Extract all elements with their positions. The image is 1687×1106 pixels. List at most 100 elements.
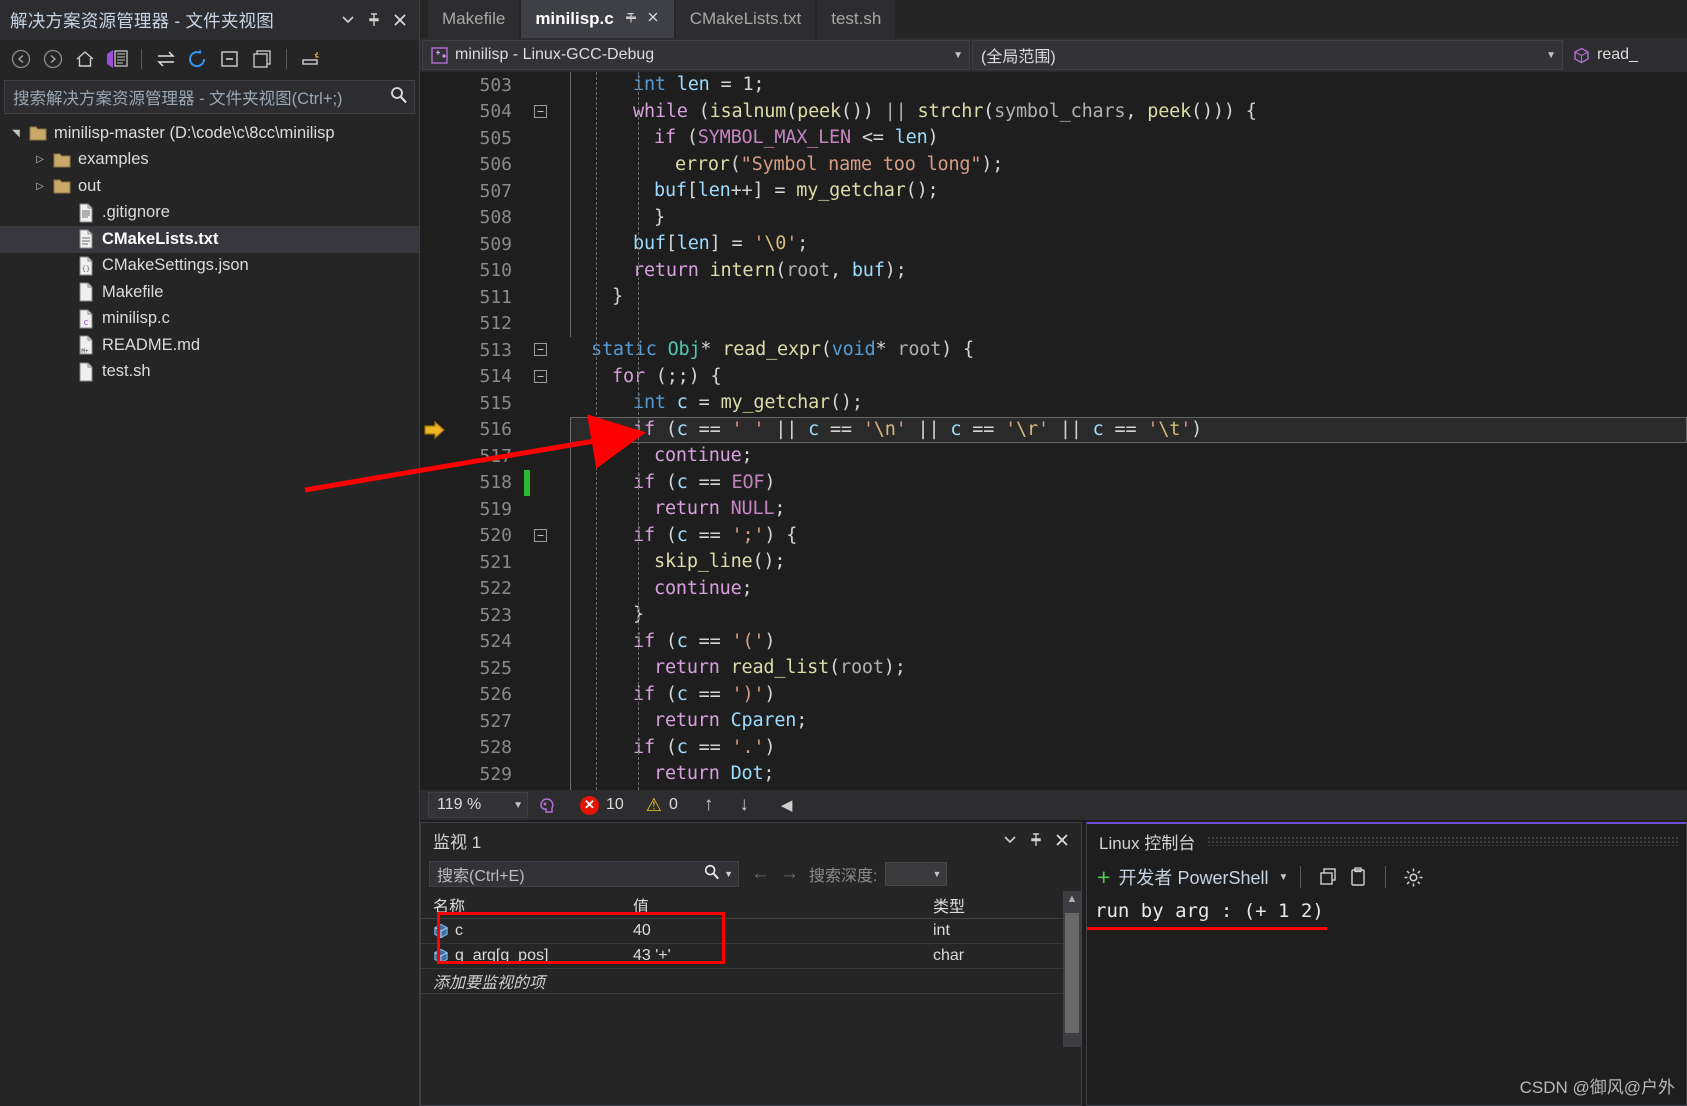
tree-item-minilisp.c[interactable]: c minilisp.c [0,306,419,333]
column-header-name[interactable]: 名称 [421,893,621,917]
arrow-up-icon[interactable]: ↑ [704,794,714,816]
project-config-dropdown[interactable]: minilisp - Linux-GCC-Debug ▼ [422,40,970,70]
show-all-files-icon[interactable] [247,45,277,73]
chevron-collapsed-icon[interactable]: ▷ [30,181,50,192]
editor-indicator-margin[interactable] [420,708,456,735]
dropdown-icon[interactable] [335,7,361,33]
plus-icon[interactable]: + [1097,865,1110,889]
editor-indicator-margin[interactable] [420,443,456,470]
dropdown-icon[interactable] [997,828,1023,852]
editor-fold-margin[interactable] [522,443,570,470]
editor-indicator-margin[interactable] [420,655,456,682]
code-line-526[interactable]: 526 if (c == ')') [420,681,1687,709]
code-text[interactable]: return Dot; [570,761,1687,788]
editor-indicator-margin[interactable] [420,204,456,231]
close-icon[interactable] [1049,828,1075,852]
code-text[interactable]: error("Symbol name too long"); [570,152,1687,179]
editor-fold-margin[interactable] [522,549,570,576]
code-line-513[interactable]: 513− static Obj* read_expr(void* root) { [420,337,1687,364]
code-line-504[interactable]: 504− while (isalnum(peek()) || strchr(sym… [420,98,1687,126]
chevron-down-icon[interactable]: ▼ [724,869,733,879]
fold-collapse-icon[interactable]: − [534,343,547,356]
code-line-519[interactable]: 519 return NULL; [420,496,1687,523]
tree-item-.gitignore[interactable]: .gitignore [0,200,419,227]
code-text[interactable]: if (c == ';') { [570,523,1687,550]
zoom-level-dropdown[interactable]: 119 % ▼ [428,792,528,818]
pin-icon[interactable] [1023,828,1049,852]
editor-indicator-margin[interactable] [420,178,456,205]
code-line-527[interactable]: 527 return Cparen; [420,708,1687,735]
editor-indicator-margin[interactable] [420,72,456,99]
scroll-up-icon[interactable]: ▲ [1063,893,1081,905]
editor-fold-margin[interactable] [522,284,570,311]
code-text[interactable]: return Cparen; [570,708,1687,735]
editor-indicator-margin[interactable] [420,602,456,629]
code-line-503[interactable]: 503 int len = 1; [420,72,1687,99]
editor-indicator-margin[interactable] [420,363,456,390]
code-line-511[interactable]: 511} [420,284,1687,311]
column-header-type[interactable]: 类型 [921,893,1081,917]
editor-fold-margin[interactable]: − [522,523,570,550]
editor-indicator-margin[interactable] [420,496,456,523]
editor-fold-margin[interactable] [522,602,570,629]
code-text[interactable]: return intern(root, buf); [570,258,1687,285]
code-text[interactable]: if (c == ')') [570,682,1687,709]
arrow-left-icon[interactable]: ← [751,863,770,885]
editor-fold-margin[interactable] [522,205,570,232]
editor-indicator-margin[interactable] [420,98,456,125]
code-line-509[interactable]: 509 buf[len] = '\0'; [420,231,1687,258]
code-line-516[interactable]: 516 if (c == ' ' || c == '\n' || c == '\r… [420,416,1687,443]
editor-indicator-margin[interactable] [420,231,456,258]
shell-selector-label[interactable]: 开发者 PowerShell [1118,864,1268,890]
editor-indicator-margin[interactable] [420,151,456,178]
paste-icon[interactable] [1343,863,1373,891]
editor-fold-margin[interactable] [522,390,570,417]
editor-indicator-margin[interactable] [420,761,456,788]
chevron-down-icon[interactable]: ▼ [1534,50,1556,61]
editor-indicator-margin[interactable] [420,549,456,576]
code-line-524[interactable]: 524 if (c == '(') [420,628,1687,655]
editor-indicator-margin[interactable] [420,681,456,708]
watch-scrollbar[interactable]: ▲ [1063,891,1081,1047]
editor-fold-margin[interactable]: − [522,99,570,126]
column-header-value[interactable]: 值 [621,893,921,917]
arrow-down-icon[interactable]: ↓ [739,794,749,816]
chevron-down-icon[interactable]: ▼ [1278,872,1288,883]
home-icon[interactable] [70,45,100,73]
watch-search-input[interactable]: 搜索(Ctrl+E) ▼ [429,861,739,887]
search-icon[interactable] [389,85,408,109]
switch-views-icon[interactable] [102,45,132,73]
editor-fold-margin[interactable]: − [522,364,570,391]
editor-fold-margin[interactable] [522,311,570,338]
editor-indicator-margin[interactable] [420,257,456,284]
editor-fold-margin[interactable] [522,125,570,152]
properties-icon[interactable] [296,45,326,73]
chevron-down-icon[interactable]: ▼ [941,50,963,61]
code-text[interactable]: for (;;) { [570,364,1687,391]
gear-icon[interactable] [1398,863,1428,891]
watch-add-row[interactable]: 添加要监视的项 [421,969,1081,994]
editor-fold-margin[interactable] [522,72,570,99]
refresh-icon[interactable] [183,45,213,73]
close-icon[interactable] [387,7,413,33]
code-text[interactable] [570,311,1687,338]
editor-fold-margin[interactable] [522,496,570,523]
tree-item-minilisp-master--d--code-c-8cc-minilisp[interactable]: ◢ minilisp-master (D:\code\c\8cc\minilisp [0,120,419,147]
search-input[interactable]: 搜索解决方案资源管理器 - 文件夹视图(Ctrl+;) [13,85,389,109]
editor-indicator-margin[interactable] [420,575,456,602]
code-text[interactable]: } [570,284,1687,311]
drag-grip[interactable] [1207,836,1678,846]
editor-fold-margin[interactable] [522,735,570,762]
code-text[interactable]: continue; [570,443,1687,470]
code-line-521[interactable]: 521 skip_line(); [420,549,1687,576]
search-depth-dropdown[interactable]: ▼ [885,862,948,886]
pin-icon[interactable] [361,7,387,33]
watch-row[interactable]: c 40 int [421,919,1081,944]
code-line-505[interactable]: 505 if (SYMBOL_MAX_LEN <= len) [420,125,1687,152]
code-text[interactable]: if (c == ' ' || c == '\n' || c == '\r' |… [570,416,1687,443]
code-line-507[interactable]: 507 buf[len++] = my_getchar(); [420,178,1687,205]
editor-fold-margin[interactable] [522,576,570,603]
scrollbar-thumb[interactable] [1065,913,1079,1033]
copy-icon[interactable] [1313,863,1343,891]
code-text[interactable]: return NULL; [570,496,1687,523]
